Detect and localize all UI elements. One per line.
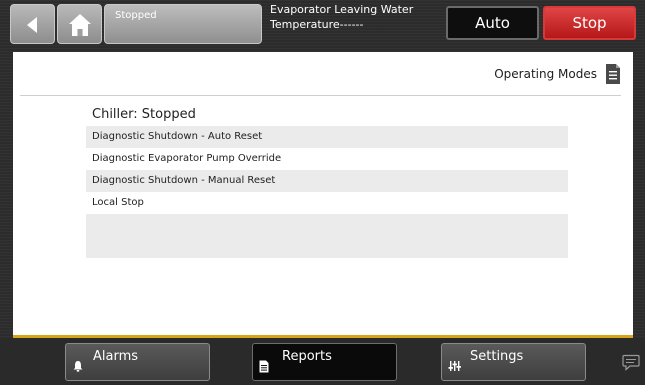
bottom-nav-bar: Alarms Reports Settings bbox=[0, 338, 645, 385]
back-button[interactable] bbox=[10, 4, 55, 44]
chiller-status-box[interactable]: Stopped bbox=[104, 4, 262, 44]
auto-button[interactable]: Auto bbox=[446, 6, 539, 40]
auto-button-label: Auto bbox=[475, 14, 510, 32]
stop-button-label: Stop bbox=[572, 14, 607, 32]
operating-modes-list: Chiller: Stopped Diagnostic Shutdown - A… bbox=[86, 104, 568, 258]
list-item bbox=[86, 214, 568, 236]
evap-label-line2: Temperature------ bbox=[270, 18, 364, 31]
operating-modes-panel: Operating Modes Chiller: Stopped Diagnos… bbox=[13, 52, 633, 335]
list-item bbox=[86, 236, 568, 258]
alarms-tab-label: Alarms bbox=[93, 349, 139, 364]
report-icon bbox=[259, 360, 269, 373]
list-item: Diagnostic Evaporator Pump Override bbox=[92, 153, 282, 164]
home-button[interactable] bbox=[57, 4, 102, 44]
reports-tab-label: Reports bbox=[282, 349, 332, 364]
chiller-status-heading: Chiller: Stopped bbox=[92, 107, 196, 122]
list-item: Local Stop bbox=[92, 197, 144, 208]
evap-label-line1: Evaporator Leaving Water bbox=[270, 3, 414, 16]
stop-button[interactable]: Stop bbox=[543, 6, 636, 40]
home-icon bbox=[69, 14, 91, 36]
settings-tab-label: Settings bbox=[470, 349, 524, 364]
document-icon[interactable] bbox=[605, 63, 621, 85]
list-item: Diagnostic Shutdown - Auto Reset bbox=[86, 126, 568, 148]
reports-tab[interactable]: Reports bbox=[252, 343, 397, 381]
sliders-icon bbox=[448, 361, 461, 371]
header-divider bbox=[20, 95, 621, 96]
page-title: Operating Modes bbox=[494, 67, 597, 81]
alarms-tab[interactable]: Alarms bbox=[65, 343, 210, 381]
top-bar: Stopped Evaporator Leaving Water Tempera… bbox=[0, 0, 645, 46]
bell-icon bbox=[73, 361, 83, 372]
chat-icon[interactable] bbox=[622, 354, 640, 371]
evaporator-leaving-water-temp: Evaporator Leaving Water Temperature----… bbox=[270, 2, 440, 32]
back-arrow-icon bbox=[27, 17, 37, 33]
list-item: Diagnostic Shutdown - Manual Reset bbox=[86, 170, 568, 192]
panel-header: Operating Modes bbox=[494, 62, 621, 86]
chiller-status-text: Stopped bbox=[115, 10, 157, 21]
settings-tab[interactable]: Settings bbox=[441, 343, 586, 381]
